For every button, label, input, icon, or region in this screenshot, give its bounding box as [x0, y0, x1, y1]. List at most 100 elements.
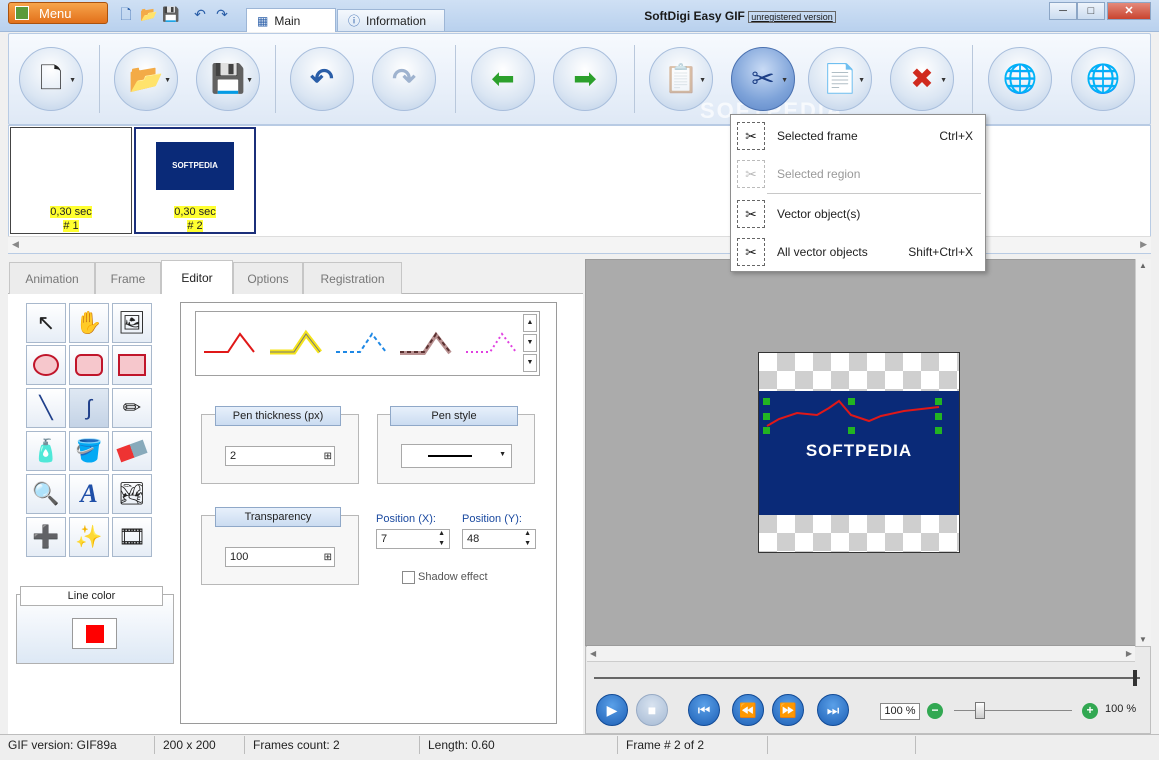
frame-effect-tool[interactable]: 🎞	[112, 517, 152, 557]
gallery-up-icon[interactable]: ▲	[523, 314, 537, 332]
maximize-button[interactable]: □	[1077, 2, 1105, 20]
image-select-tool[interactable]: 🖼	[112, 303, 152, 343]
rounded-rect-tool[interactable]	[69, 345, 109, 385]
tab-registration[interactable]: Registration	[303, 262, 402, 294]
gallery-down-icon[interactable]: ▼	[523, 334, 537, 352]
ellipse-tool[interactable]	[26, 345, 66, 385]
window-title: SoftDigi Easy GIF unregistered version	[560, 9, 920, 23]
text-tool[interactable]: A	[69, 474, 109, 514]
new-button[interactable]: 🗋 ▼	[19, 47, 83, 111]
scroll-left-icon[interactable]: ◀	[590, 649, 596, 658]
spray-tool[interactable]: 🧴	[26, 431, 66, 471]
menu-item-vector-objects[interactable]: ✂ Vector object(s)	[731, 196, 985, 232]
position-y-input[interactable]: 48 ▲ ▼	[462, 529, 536, 549]
skip-last-icon: ⏭	[826, 701, 840, 718]
zoom-value-box[interactable]: 100 %	[880, 703, 920, 720]
save-button[interactable]: 💾 ▼	[196, 47, 260, 111]
image-tool[interactable]: 🏞	[112, 474, 152, 514]
image-canvas[interactable]: SOFTPEDIA	[758, 352, 960, 553]
scroll-up-icon[interactable]: ▲	[1139, 261, 1147, 270]
scroll-down-icon[interactable]: ▼	[1139, 635, 1147, 644]
pencil-tool[interactable]: ✏	[112, 388, 152, 428]
ribbon-separator	[455, 45, 456, 113]
line-tool[interactable]: ╲	[26, 388, 66, 428]
shadow-effect-checkbox[interactable]	[402, 571, 415, 584]
transparency-input[interactable]: 100 ⊞	[225, 547, 335, 567]
tab-information[interactable]: ⓘ Information	[337, 9, 445, 31]
spin-picker-icon[interactable]: ⊞	[324, 549, 332, 567]
paste-button[interactable]: 📋 ▼	[649, 47, 713, 111]
tab-main[interactable]: ▦ Main	[246, 8, 336, 32]
tab-animation[interactable]: Animation	[9, 262, 95, 294]
quick-undo-icon[interactable]: ↶	[192, 6, 208, 22]
cut-button[interactable]: ✂ ▼	[731, 47, 795, 111]
redo-button[interactable]: ↷	[372, 47, 436, 111]
fill-tool[interactable]: 🪣	[69, 431, 109, 471]
zoom-slider-thumb[interactable]	[975, 702, 985, 719]
effects-tool[interactable]: ✨	[69, 517, 109, 557]
rectangle-tool[interactable]	[112, 345, 152, 385]
add-image-tool[interactable]: ➕	[26, 517, 66, 557]
scroll-left-icon[interactable]: ◀	[12, 239, 19, 250]
fast-forward-button[interactable]: ⏩	[772, 694, 804, 726]
position-x-input[interactable]: 7 ▲ ▼	[376, 529, 450, 549]
timeline-thumb[interactable]	[1133, 670, 1137, 686]
tab-frame[interactable]: Frame	[95, 262, 161, 294]
stop-button[interactable]: ■	[636, 694, 668, 726]
first-frame-button[interactable]: ⏮	[688, 694, 720, 726]
upload-web-button[interactable]: 🌐	[1071, 47, 1135, 111]
eraser-tool[interactable]	[112, 431, 152, 471]
menu-item-selected-frame[interactable]: ✂ Selected frame Ctrl+X	[731, 118, 985, 154]
dropdown-arrow-icon: ▼	[781, 77, 788, 84]
select-tool[interactable]: ↖	[26, 303, 66, 343]
scroll-right-icon[interactable]: ▶	[1140, 239, 1147, 250]
open-button[interactable]: 📂 ▼	[114, 47, 178, 111]
pen-style-select[interactable]: ▼	[401, 444, 512, 468]
curve-tool[interactable]: ∫	[69, 388, 109, 428]
pen-thickness-input[interactable]: 2 ⊞	[225, 446, 335, 466]
zoom-out-icon[interactable]: −	[927, 703, 943, 719]
cut-dropdown-menu: ✂ Selected frame Ctrl+X ✂ Selected region ✂…	[730, 114, 986, 272]
rewind-button[interactable]: ⏪	[732, 694, 764, 726]
line-color-button[interactable]	[72, 618, 117, 649]
quick-new-icon[interactable]: 🗋	[118, 6, 134, 22]
play-button[interactable]: ▶	[596, 694, 628, 726]
undo-button[interactable]: ↶	[290, 47, 354, 111]
unregistered-link[interactable]: unregistered version	[748, 11, 836, 23]
tab-editor[interactable]: Editor	[161, 260, 233, 295]
quick-save-icon[interactable]: 💾	[162, 6, 179, 22]
frame-thumbnail-2[interactable]: SOFTPEDIA 0,30 sec # 2	[134, 127, 256, 234]
close-button[interactable]: ✕	[1107, 2, 1151, 20]
quick-open-icon[interactable]: 📂	[140, 6, 157, 22]
gallery-expand-icon[interactable]: ▼	[523, 354, 537, 372]
ellipse-icon	[33, 354, 59, 376]
zoom-tool[interactable]: 🔍	[26, 474, 66, 514]
spin-arrows-icon[interactable]: ▲ ▼	[524, 529, 531, 549]
delete-button[interactable]: ✖ ▼	[890, 47, 954, 111]
line-style-gallery[interactable]: ▲ ▼ ▼	[195, 311, 540, 376]
minimize-button[interactable]: ─	[1049, 2, 1077, 20]
hand-tool[interactable]: ✋	[69, 303, 109, 343]
copy-button[interactable]: 📄 ▼	[808, 47, 872, 111]
timeline-track[interactable]	[594, 677, 1140, 679]
canvas-vertical-scrollbar[interactable]: ▲ ▼	[1135, 259, 1151, 646]
web-preview-button[interactable]: 🌐	[988, 47, 1052, 111]
zoom-in-icon[interactable]: +	[1082, 703, 1098, 719]
tab-options[interactable]: Options	[233, 262, 303, 294]
menu-item-selected-region[interactable]: ✂ Selected region	[731, 156, 985, 192]
last-frame-button[interactable]: ⏭	[817, 694, 849, 726]
canvas-horizontal-scrollbar[interactable]: ◀ ▶	[587, 646, 1135, 662]
previous-frame-button[interactable]: ⬅	[471, 47, 535, 111]
next-frame-button[interactable]: ➡	[553, 47, 617, 111]
quick-redo-icon[interactable]: ↷	[214, 6, 230, 22]
picture-icon: 🏞	[118, 481, 146, 506]
scroll-right-icon[interactable]: ▶	[1126, 649, 1132, 658]
vector-curve[interactable]	[759, 353, 959, 553]
spin-arrows-icon[interactable]: ▲ ▼	[438, 529, 445, 549]
menu-button[interactable]: Menu	[8, 2, 108, 24]
zoom-slider-track[interactable]	[954, 710, 1072, 711]
spin-picker-icon[interactable]: ⊞	[324, 448, 332, 466]
app-icon	[15, 6, 29, 20]
menu-item-all-vector-objects[interactable]: ✂ All vector objects Shift+Ctrl+X	[731, 234, 985, 270]
frame-thumbnail-1[interactable]: 0,30 sec # 1	[10, 127, 132, 234]
